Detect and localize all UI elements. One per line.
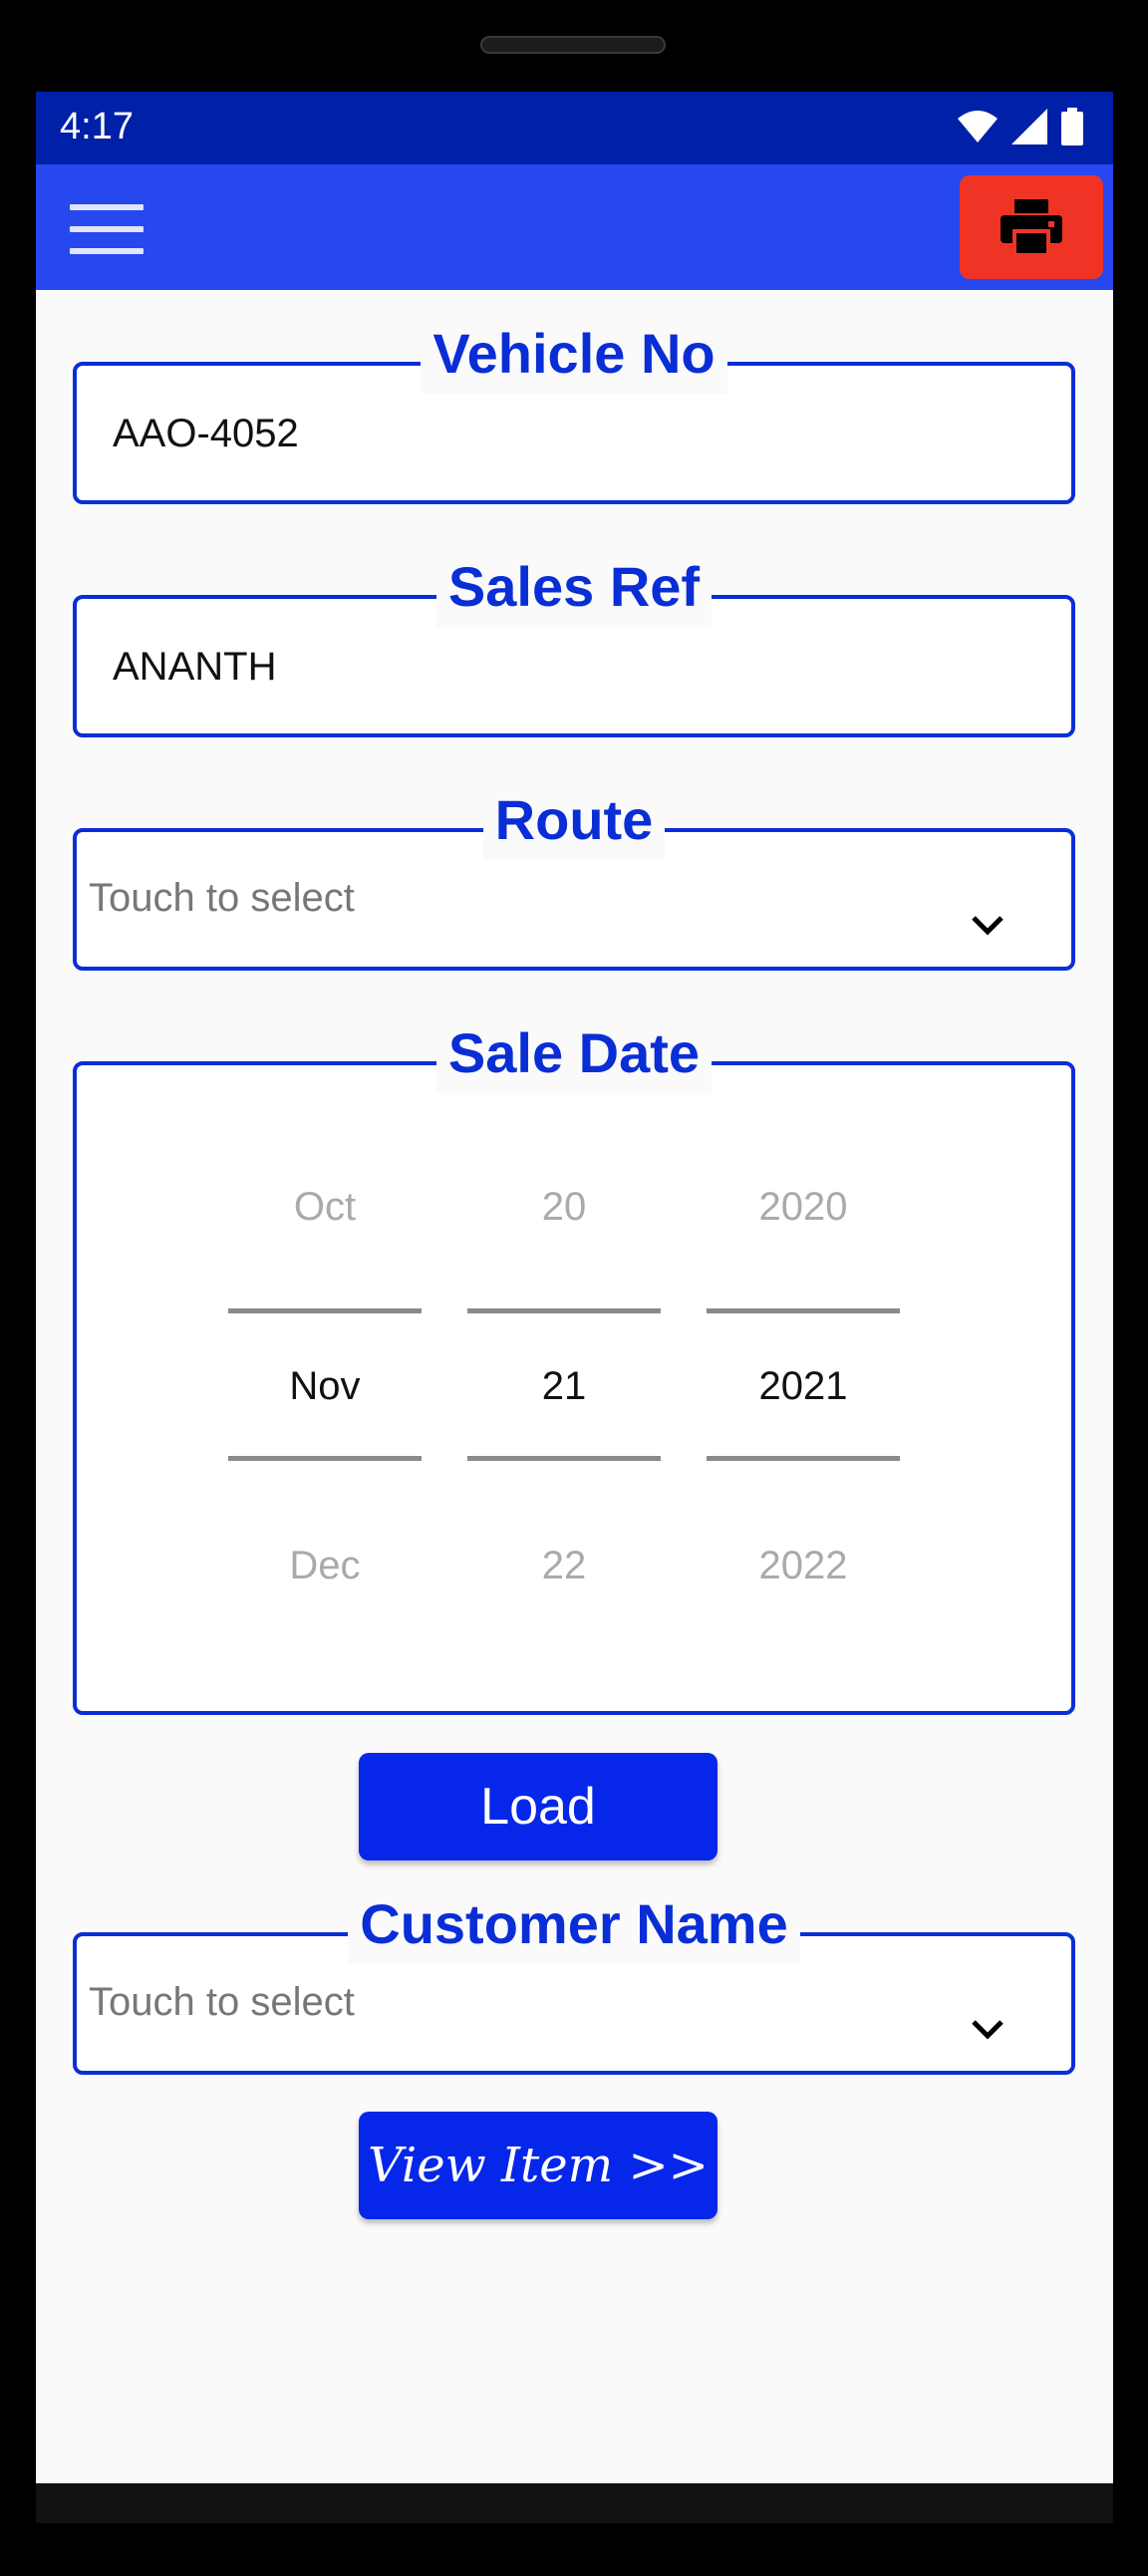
month-wheel[interactable]: Oct Nov Dec (228, 1065, 422, 1713)
view-item-button[interactable]: View Item >> (359, 2112, 718, 2219)
route-label: Route (482, 780, 666, 860)
chevron-down-icon (972, 916, 1004, 936)
app-bar (36, 164, 1113, 290)
day-divider-bottom (467, 1456, 661, 1461)
month-divider-top (228, 1308, 422, 1313)
year-wheel[interactable]: 2020 2021 2022 (707, 1065, 900, 1713)
month-divider-bottom (228, 1456, 422, 1461)
month-prev[interactable]: Oct (228, 1185, 422, 1230)
year-next[interactable]: 2022 (707, 1544, 900, 1588)
customer-name-label: Customer Name (348, 1884, 800, 1964)
customer-name-placeholder: Touch to select (89, 1980, 355, 2024)
sales-ref-field[interactable]: Sales Ref ANANTH (73, 547, 1075, 737)
phone-frame: 4:17 Vehicle No AAO-4052 Sales Ref ANANT… (0, 0, 1148, 2576)
month-next[interactable]: Dec (228, 1544, 422, 1588)
year-selected[interactable]: 2021 (707, 1364, 900, 1409)
day-next[interactable]: 22 (467, 1544, 661, 1588)
day-prev[interactable]: 20 (467, 1185, 661, 1230)
speaker-grille (480, 36, 666, 54)
print-button[interactable] (960, 175, 1103, 279)
day-divider-top (467, 1308, 661, 1313)
vehicle-no-field[interactable]: Vehicle No AAO-4052 (73, 314, 1075, 504)
route-dropdown[interactable]: Route Touch to select (73, 780, 1075, 971)
month-selected[interactable]: Nov (228, 1364, 422, 1409)
status-icons (958, 108, 1083, 145)
sale-date-picker: Sale Date Oct Nov Dec 20 21 22 2020 2021 (73, 1013, 1075, 1715)
year-divider-bottom (707, 1456, 900, 1461)
wifi-icon (958, 111, 998, 143)
load-button[interactable]: Load (359, 1753, 718, 1860)
status-time: 4:17 (60, 106, 134, 147)
battery-icon (1061, 108, 1083, 145)
printer-icon (1001, 199, 1062, 255)
customer-name-dropdown[interactable]: Customer Name Touch to select (73, 1884, 1075, 2075)
hamburger-menu-icon[interactable] (70, 204, 144, 254)
bottom-bezel (36, 2483, 1113, 2523)
vehicle-no-label: Vehicle No (421, 314, 727, 394)
status-bar: 4:17 (36, 92, 1113, 164)
day-wheel[interactable]: 20 21 22 (467, 1065, 661, 1713)
route-placeholder: Touch to select (89, 876, 355, 920)
chevron-down-icon (972, 2020, 1004, 2040)
cellular-signal-icon (1011, 109, 1047, 144)
day-selected[interactable]: 21 (467, 1364, 661, 1409)
year-divider-top (707, 1308, 900, 1313)
year-prev[interactable]: 2020 (707, 1185, 900, 1230)
app-screen: 4:17 Vehicle No AAO-4052 Sales Ref ANANT… (36, 92, 1113, 2483)
sales-ref-value: ANANTH (113, 645, 277, 689)
vehicle-no-value: AAO-4052 (113, 412, 299, 455)
sales-ref-label: Sales Ref (435, 547, 713, 627)
